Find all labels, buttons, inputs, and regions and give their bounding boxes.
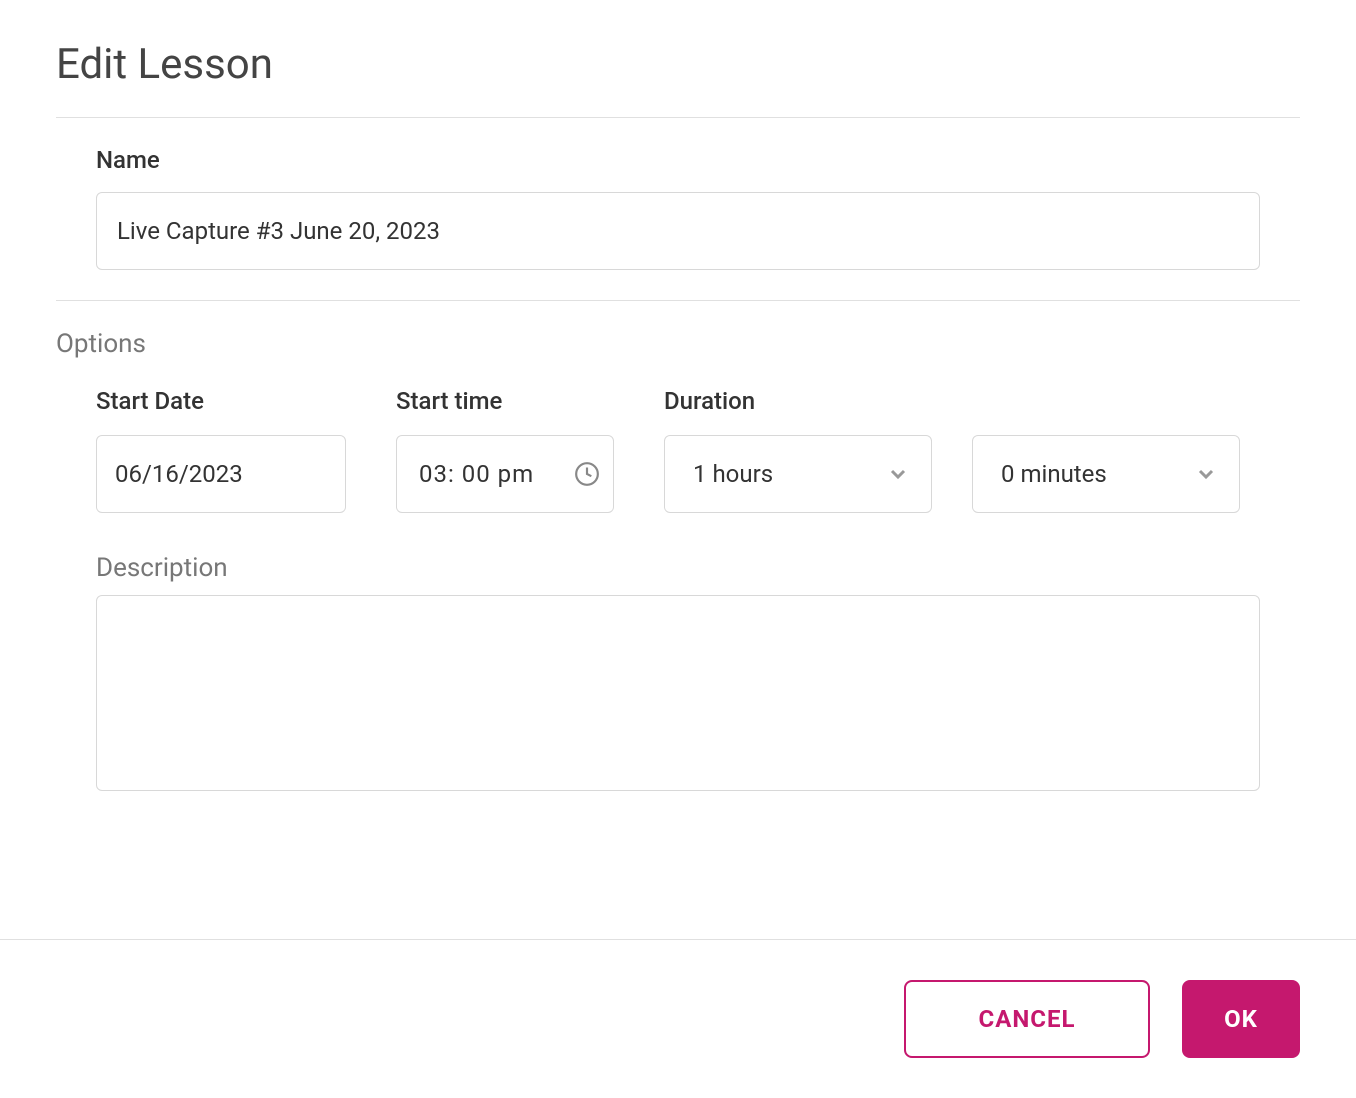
options-section: Options Start Date Start time Duration xyxy=(56,301,1300,825)
start-time-input[interactable] xyxy=(396,435,614,513)
duration-label: Duration xyxy=(664,387,1240,415)
description-label: Description xyxy=(96,553,1260,583)
dialog-footer: CANCEL OK xyxy=(0,939,1356,1098)
dialog-title: Edit Lesson xyxy=(56,40,1300,89)
start-date-group: Start Date xyxy=(96,387,346,513)
options-label: Options xyxy=(56,329,1300,359)
start-date-input[interactable] xyxy=(96,435,346,513)
name-label: Name xyxy=(96,146,1260,174)
start-time-label: Start time xyxy=(396,387,614,415)
edit-lesson-dialog: Edit Lesson Name Options Start Date Star… xyxy=(0,0,1356,825)
cancel-button[interactable]: CANCEL xyxy=(904,980,1150,1058)
name-input[interactable] xyxy=(96,192,1260,270)
ok-button[interactable]: OK xyxy=(1182,980,1300,1058)
duration-group: Duration 1 hours 0 minutes xyxy=(664,387,1240,513)
start-date-label: Start Date xyxy=(96,387,346,415)
description-textarea[interactable] xyxy=(96,595,1260,791)
duration-hours-select[interactable]: 1 hours xyxy=(664,435,932,513)
name-section: Name xyxy=(56,118,1300,300)
duration-minutes-select[interactable]: 0 minutes xyxy=(972,435,1240,513)
start-time-group: Start time xyxy=(396,387,614,513)
